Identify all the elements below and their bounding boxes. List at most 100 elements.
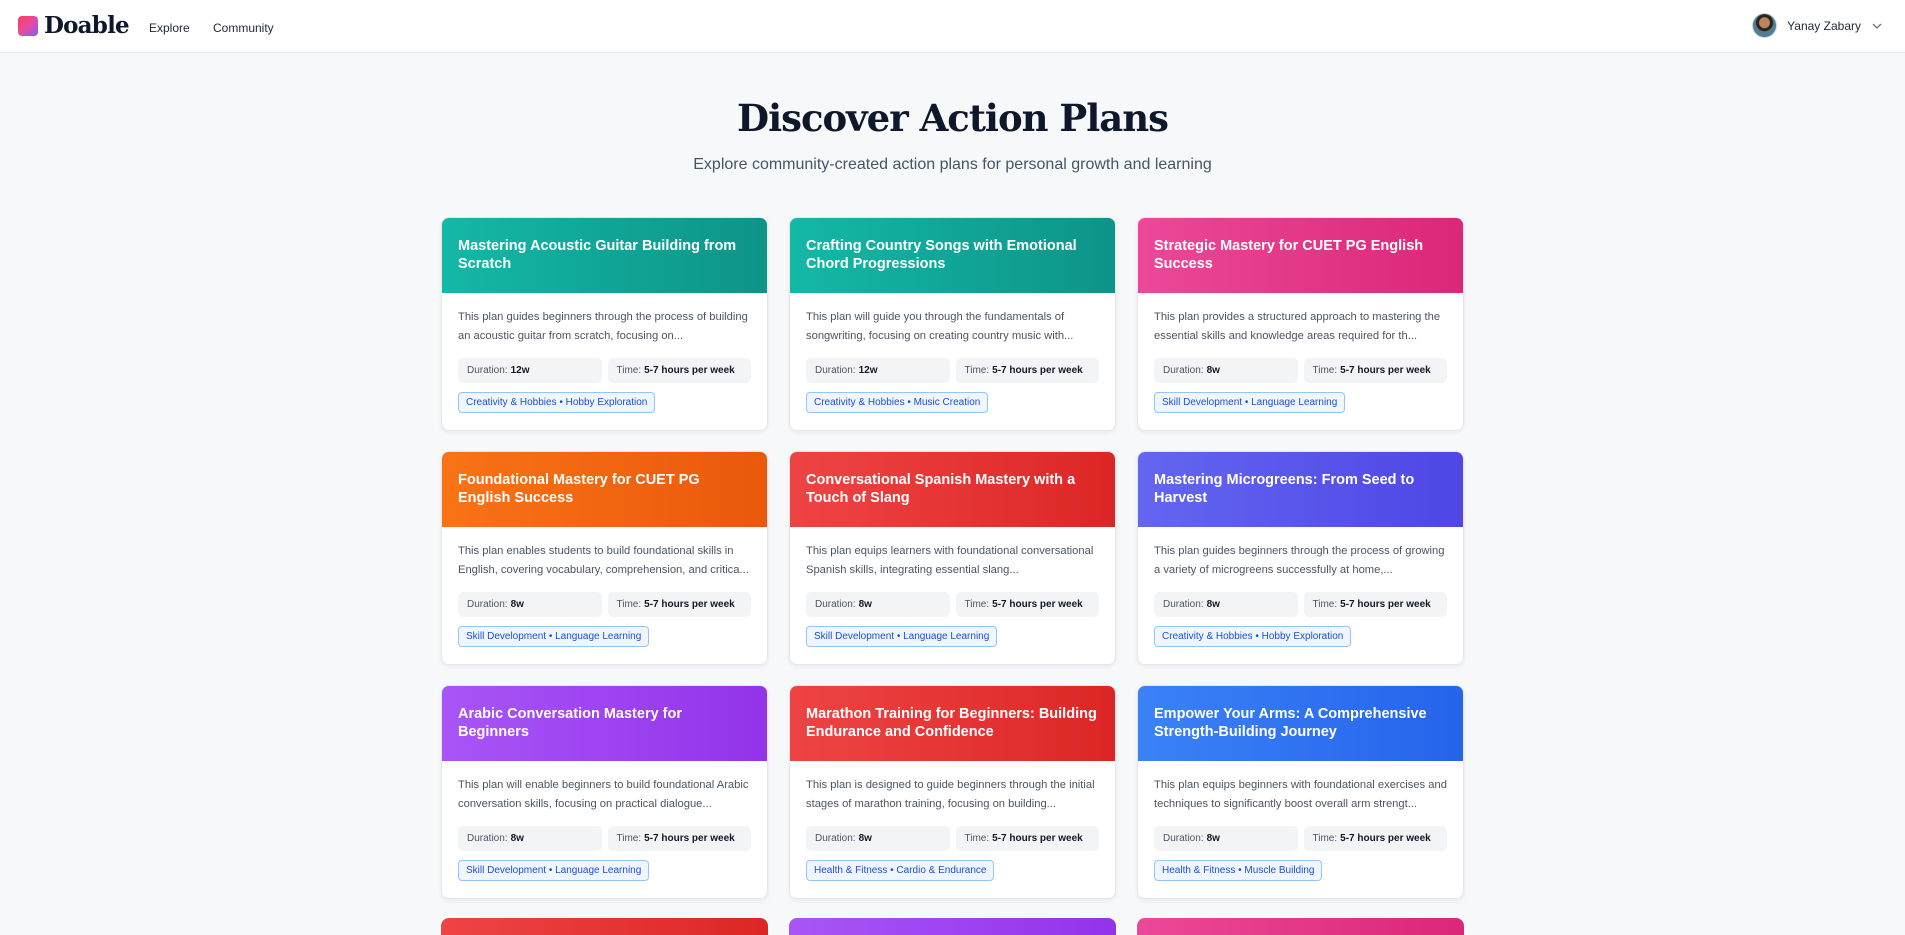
category-tag: Health & Fitness • Muscle Building xyxy=(1154,860,1323,881)
duration-label: Duration: xyxy=(815,599,856,610)
plan-card-header: Conversational Spanish Mastery with a To… xyxy=(790,452,1115,527)
duration-pill: Duration: 8w xyxy=(806,592,950,617)
duration-label: Duration: xyxy=(467,833,508,844)
duration-pill: Duration: 12w xyxy=(806,358,950,383)
time-label: Time: xyxy=(616,599,642,610)
user-name: Yanay Zabary xyxy=(1787,18,1861,33)
time-value: 5-7 hours per week xyxy=(992,365,1083,376)
brand-name: Doable xyxy=(44,12,130,39)
plan-title: Mastering Acoustic Guitar Building from … xyxy=(458,238,737,272)
plan-description: This plan will enable beginners to build… xyxy=(458,779,749,810)
plan-card[interactable]: Empower Your Arms: A Comprehensive Stren… xyxy=(1137,685,1464,899)
duration-value: 8w xyxy=(1206,365,1220,376)
plan-card[interactable]: Mastering Acoustic Guitar Building from … xyxy=(441,217,768,431)
duration-value: 8w xyxy=(858,833,872,844)
category-tag: Skill Development • Language Learning xyxy=(806,626,998,647)
time-pill: Time: 5-7 hours per week xyxy=(607,592,751,617)
plan-title: Conversational Spanish Mastery with a To… xyxy=(806,472,1076,506)
time-label: Time: xyxy=(964,365,990,376)
time-pill: Time: 5-7 hours per week xyxy=(955,358,1099,383)
time-pill: Time: 5-7 hours per week xyxy=(1303,358,1447,383)
plan-description: This plan enables students to build foun… xyxy=(458,545,749,576)
duration-pill: Duration: 8w xyxy=(1154,592,1298,617)
time-value: 5-7 hours per week xyxy=(644,599,735,610)
duration-value: 12w xyxy=(510,365,530,376)
time-value: 5-7 hours per week xyxy=(644,365,735,376)
brand-logo[interactable]: Doable xyxy=(18,12,130,39)
plan-description: This plan guides beginners through the p… xyxy=(1154,545,1445,576)
plan-card-partial[interactable] xyxy=(1137,918,1464,935)
plan-card-header: Mastering Microgreens: From Seed to Harv… xyxy=(1138,452,1463,527)
avatar xyxy=(1752,13,1778,38)
plan-card-header: Mastering Acoustic Guitar Building from … xyxy=(442,218,767,293)
plan-description: This plan equips beginners with foundati… xyxy=(1154,779,1447,810)
duration-pill: Duration: 8w xyxy=(1154,358,1298,383)
plan-title: Strategic Mastery for CUET PG English Su… xyxy=(1154,238,1424,272)
duration-value: 8w xyxy=(1206,833,1220,844)
plan-card[interactable]: Mastering Microgreens: From Seed to Harv… xyxy=(1137,451,1464,665)
category-tag: Creativity & Hobbies • Music Creation xyxy=(806,392,989,413)
plan-card-header: Empower Your Arms: A Comprehensive Stren… xyxy=(1138,686,1463,761)
time-pill: Time: 5-7 hours per week xyxy=(607,826,751,851)
top-navbar: Doable Explore Community Yanay Zabary xyxy=(0,0,1905,53)
duration-value: 8w xyxy=(1206,599,1220,610)
duration-pill: Duration: 8w xyxy=(806,826,950,851)
user-menu[interactable]: Yanay Zabary xyxy=(1752,13,1883,38)
duration-value: 8w xyxy=(510,833,524,844)
plan-card-partial[interactable] xyxy=(441,918,768,935)
plan-card[interactable]: Crafting Country Songs with Emotional Ch… xyxy=(789,217,1116,431)
plan-card-header: Marathon Training for Beginners: Buildin… xyxy=(790,686,1115,761)
time-value: 5-7 hours per week xyxy=(992,833,1083,844)
duration-value: 8w xyxy=(858,599,872,610)
duration-pill: Duration: 8w xyxy=(458,826,602,851)
plan-card[interactable]: Strategic Mastery for CUET PG English Su… xyxy=(1137,217,1464,431)
duration-label: Duration: xyxy=(1163,365,1204,376)
time-label: Time: xyxy=(1312,833,1338,844)
chevron-down-icon xyxy=(1872,23,1882,29)
plan-description: This plan is designed to guide beginners… xyxy=(806,779,1095,810)
duration-label: Duration: xyxy=(815,365,856,376)
plan-card-header: Crafting Country Songs with Emotional Ch… xyxy=(790,218,1115,293)
nav-community-link[interactable]: Community xyxy=(213,21,274,35)
time-value: 5-7 hours per week xyxy=(1340,365,1431,376)
duration-pill: Duration: 8w xyxy=(1154,826,1298,851)
time-label: Time: xyxy=(964,833,990,844)
time-pill: Time: 5-7 hours per week xyxy=(607,358,751,383)
plan-card[interactable]: Marathon Training for Beginners: Buildin… xyxy=(789,685,1116,899)
plan-card-header: Foundational Mastery for CUET PG English… xyxy=(442,452,767,527)
duration-label: Duration: xyxy=(1163,833,1204,844)
plan-card[interactable]: Foundational Mastery for CUET PG English… xyxy=(441,451,768,665)
duration-pill: Duration: 8w xyxy=(458,592,602,617)
plan-title: Marathon Training for Beginners: Buildin… xyxy=(806,706,1097,740)
plan-title: Foundational Mastery for CUET PG English… xyxy=(458,472,700,506)
plan-card-header: Strategic Mastery for CUET PG English Su… xyxy=(1138,218,1463,293)
plan-card-partial[interactable] xyxy=(789,918,1116,935)
duration-label: Duration: xyxy=(1163,599,1204,610)
time-pill: Time: 5-7 hours per week xyxy=(955,592,1099,617)
plan-description: This plan provides a structured approach… xyxy=(1154,311,1441,342)
category-tag: Skill Development • Language Learning xyxy=(458,860,650,881)
plan-card-header: Arabic Conversation Mastery for Beginner… xyxy=(442,686,767,761)
plan-card[interactable]: Arabic Conversation Mastery for Beginner… xyxy=(441,685,768,899)
plan-title: Arabic Conversation Mastery for Beginner… xyxy=(458,706,683,740)
plan-title: Mastering Microgreens: From Seed to Harv… xyxy=(1154,472,1415,506)
nav-explore-link[interactable]: Explore xyxy=(149,21,190,35)
category-tag: Skill Development • Language Learning xyxy=(458,626,650,647)
duration-label: Duration: xyxy=(467,599,508,610)
duration-value: 8w xyxy=(510,599,524,610)
time-value: 5-7 hours per week xyxy=(1340,599,1431,610)
duration-pill: Duration: 12w xyxy=(458,358,602,383)
plans-grid: Mastering Acoustic Guitar Building from … xyxy=(441,217,1464,899)
plan-card[interactable]: Conversational Spanish Mastery with a To… xyxy=(789,451,1116,665)
time-value: 5-7 hours per week xyxy=(644,833,735,844)
duration-value: 12w xyxy=(858,365,878,376)
time-label: Time: xyxy=(1312,599,1338,610)
plan-title: Crafting Country Songs with Emotional Ch… xyxy=(806,238,1077,272)
time-pill: Time: 5-7 hours per week xyxy=(1303,826,1447,851)
category-tag: Creativity & Hobbies • Hobby Exploration xyxy=(458,392,656,413)
time-label: Time: xyxy=(1312,365,1338,376)
plan-description: This plan will guide you through the fun… xyxy=(806,311,1074,342)
plan-description: This plan equips learners with foundatio… xyxy=(806,545,1094,576)
category-tag: Health & Fitness • Cardio & Endurance xyxy=(806,860,995,881)
page-title: Discover Action Plans xyxy=(736,96,1169,140)
